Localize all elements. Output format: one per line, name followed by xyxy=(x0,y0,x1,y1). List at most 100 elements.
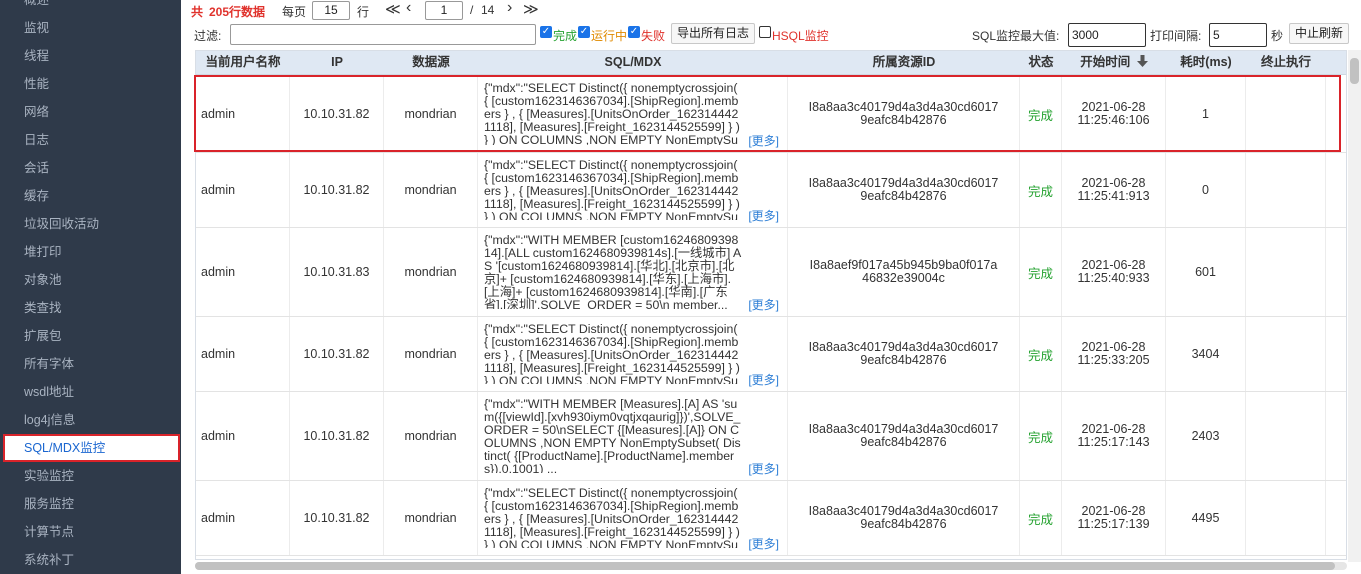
sidebar-item[interactable]: 扩展包 xyxy=(0,322,181,350)
cell-start-time: 2021-06-28 11:25:33:205 xyxy=(1062,317,1166,391)
cell-ip: 10.10.31.83 xyxy=(290,228,384,316)
sidebar-item[interactable]: 监视 xyxy=(0,14,181,42)
sidebar-item[interactable]: 会话 xyxy=(0,154,181,182)
cell-ip: 10.10.31.82 xyxy=(290,317,384,391)
cell-sql: {"mdx":"SELECT Distinct({ nonemptycrossj… xyxy=(478,317,788,391)
next-page-icon[interactable]: › xyxy=(507,0,512,17)
running-label: 运行中 xyxy=(591,29,628,43)
header-ip[interactable]: IP xyxy=(290,51,384,75)
resource-id-text: I8a8aa3c40179d4a3d4a30cd60179eafc84b4287… xyxy=(808,340,999,367)
header-cost[interactable]: 耗时(ms) xyxy=(1166,51,1246,75)
vertical-scrollbar[interactable] xyxy=(1348,50,1361,562)
sidebar-item[interactable]: 性能 xyxy=(0,70,181,98)
done-label: 完成 xyxy=(553,29,578,43)
header-start-time[interactable]: 开始时间 xyxy=(1062,51,1166,75)
running-checkbox[interactable]: ✓ xyxy=(578,26,590,38)
cell-abort xyxy=(1246,228,1326,316)
more-link[interactable]: [更多] xyxy=(748,210,779,223)
fail-checkbox[interactable]: ✓ xyxy=(628,26,640,38)
print-interval-input[interactable]: 5 xyxy=(1209,23,1267,47)
more-link[interactable]: [更多] xyxy=(748,299,779,312)
hsql-label: HSQL监控 xyxy=(772,29,829,43)
more-link[interactable]: [更多] xyxy=(748,374,779,387)
cell-cost: 4495 xyxy=(1166,481,1246,555)
sidebar-item[interactable]: 堆打印 xyxy=(0,238,181,266)
sidebar-item[interactable]: SQL/MDX监控 xyxy=(3,434,180,462)
cell-status: 完成 xyxy=(1020,153,1062,227)
prev-page-icon[interactable]: ‹ xyxy=(406,0,411,17)
sidebar-item[interactable]: 缓存 xyxy=(0,182,181,210)
cell-status: 完成 xyxy=(1020,481,1062,555)
sidebar-item[interactable]: 对象池 xyxy=(0,266,181,294)
cell-abort xyxy=(1246,317,1326,391)
hsql-checkbox[interactable] xyxy=(759,26,771,38)
horizontal-scrollbar[interactable] xyxy=(195,562,1347,570)
header-user[interactable]: 当前用户名称 xyxy=(196,51,290,75)
first-page-icon[interactable]: ≪ xyxy=(385,0,401,18)
filter-input[interactable] xyxy=(230,24,536,45)
sidebar-item[interactable]: 所有字体 xyxy=(0,350,181,378)
cell-start-time: 2021-06-28 11:25:40:933 xyxy=(1062,228,1166,316)
header-sql[interactable]: SQL/MDX xyxy=(478,51,788,75)
filter-bar: 过滤: ✓ 完成 ✓ 运行中 ✓ 失败 导出所有日志 HSQL监控 SQL监控最… xyxy=(181,22,1361,50)
sidebar-item[interactable]: 类查找 xyxy=(0,294,181,322)
pager-bar: 共 205行数据 每页 15 行 ≪ ‹ 1 / 14 › ≫ xyxy=(181,0,1361,22)
header-datasource[interactable]: 数据源 xyxy=(384,51,478,75)
export-logs-button[interactable]: 导出所有日志 xyxy=(671,23,756,44)
done-checkbox[interactable]: ✓ xyxy=(540,26,552,38)
sidebar-item[interactable]: 计算节点 xyxy=(0,518,181,546)
per-page-input[interactable]: 15 xyxy=(312,1,350,20)
horizontal-scrollbar-thumb[interactable] xyxy=(195,562,1335,570)
last-page-icon[interactable]: ≫ xyxy=(523,0,539,18)
sidebar-item[interactable]: 系统补丁 xyxy=(0,546,181,574)
sidebar-item[interactable]: wsdl地址 xyxy=(0,378,181,406)
sidebar-item[interactable]: 网络 xyxy=(0,98,181,126)
total-count: 205行数据 xyxy=(209,5,266,19)
cell-cost: 2403 xyxy=(1166,392,1246,480)
cell-abort xyxy=(1246,153,1326,227)
header-abort[interactable]: 终止执行 xyxy=(1246,51,1326,75)
start-time-text: 2021-06-28 11:25:41:913 xyxy=(1077,176,1150,203)
sql-text: {"mdx":"WITH MEMBER [custom1624680939814… xyxy=(484,234,742,309)
start-time-text: 2021-06-28 11:25:17:139 xyxy=(1077,504,1150,531)
sql-text: {"mdx":"SELECT Distinct({ nonemptycrossj… xyxy=(484,487,740,548)
table-row[interactable]: admin 10.10.31.82 mondrian {"mdx":"WITH MEM… xyxy=(196,392,1346,481)
cell-resource-id: I8a8aa3c40179d4a3d4a30cd60179eafc84b4287… xyxy=(788,153,1020,227)
table-row[interactable]: admin 10.10.31.83 mondrian {"mdx":"WITH MEM… xyxy=(196,228,1346,317)
resource-id-text: I8a8aa3c40179d4a3d4a30cd60179eafc84b4287… xyxy=(808,422,999,449)
vertical-scrollbar-thumb[interactable] xyxy=(1350,58,1359,84)
table-row[interactable]: admin 10.10.31.82 mondrian {"mdx":"SELECT D… xyxy=(196,481,1346,556)
cell-start-time: 2021-06-28 11:25:17:143 xyxy=(1062,392,1166,480)
cell-resource-id: I8a8aa3c40179d4a3d4a30cd60179eafc84b4287… xyxy=(788,317,1020,391)
sidebar-item[interactable]: 日志 xyxy=(0,126,181,154)
cell-datasource: mondrian xyxy=(384,228,478,316)
more-link[interactable]: [更多] xyxy=(748,538,779,551)
cell-sql: {"mdx":"SELECT Distinct({ nonemptycrossj… xyxy=(478,481,788,555)
stop-refresh-button[interactable]: 中止刷新 xyxy=(1289,23,1350,44)
header-resource[interactable]: 所属资源ID xyxy=(788,51,1020,75)
cell-resource-id: I8a8aef9f017a45b945b9ba0f017a46832e39004… xyxy=(788,228,1020,316)
resource-id-text: I8a8aef9f017a45b945b9ba0f017a46832e39004… xyxy=(809,258,998,285)
total-prefix: 共 xyxy=(191,5,204,19)
table-row[interactable]: admin 10.10.31.82 mondrian {"mdx":"SELECT D… xyxy=(196,153,1346,228)
sidebar-item[interactable]: 垃圾回收活动 xyxy=(0,210,181,238)
cell-user: admin xyxy=(196,228,290,316)
sidebar-item[interactable]: 服务监控 xyxy=(0,490,181,518)
rows-unit: 行 xyxy=(357,5,370,19)
sql-text: {"mdx":"WITH MEMBER [Measures].[A] AS 's… xyxy=(484,398,741,473)
more-link[interactable]: [更多] xyxy=(748,463,779,476)
cell-cost: 601 xyxy=(1166,228,1246,316)
resource-id-text: I8a8aa3c40179d4a3d4a30cd60179eafc84b4287… xyxy=(808,176,999,203)
cell-user: admin xyxy=(196,392,290,480)
sidebar-item[interactable]: 线程 xyxy=(0,42,181,70)
start-time-text: 2021-06-28 11:25:40:933 xyxy=(1077,258,1150,285)
cell-status: 完成 xyxy=(1020,228,1062,316)
cell-resource-id: I8a8aa3c40179d4a3d4a30cd60179eafc84b4287… xyxy=(788,481,1020,555)
page-input[interactable]: 1 xyxy=(425,1,463,20)
table-row[interactable]: admin 10.10.31.82 mondrian {"mdx":"SELECT D… xyxy=(196,317,1346,392)
sql-max-input[interactable]: 3000 xyxy=(1068,23,1146,47)
header-status[interactable]: 状态 xyxy=(1020,51,1062,75)
sidebar-item[interactable]: log4j信息 xyxy=(0,406,181,434)
sidebar-item[interactable]: 概述 xyxy=(0,0,181,14)
sidebar-item[interactable]: 实验监控 xyxy=(0,462,181,490)
